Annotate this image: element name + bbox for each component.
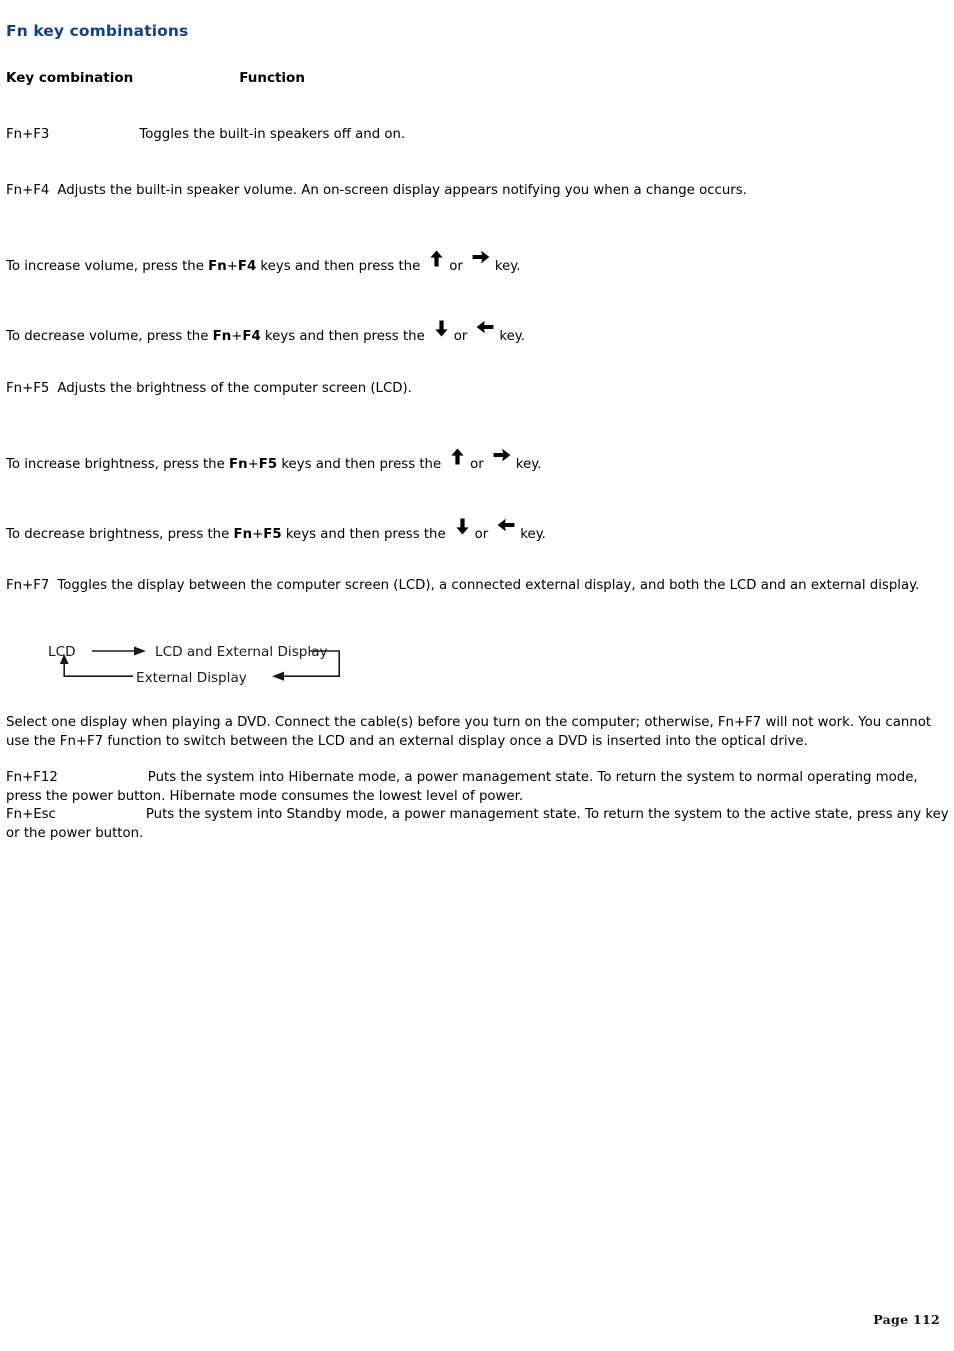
instruction-lead-text: To increase volume, press the [6,259,209,274]
key-fn-label: Fn [229,457,248,472]
key-plus-separator: + [231,329,243,344]
instruction-lead-text: To decrease volume, press the [6,329,213,344]
key-fn-label: Fn [212,329,232,344]
entry-fn-f4-key: Fn+F4 [6,183,50,198]
entry-fn-f12-description: Puts the system into Hibernate mode, a p… [6,770,918,804]
or-connector: or [474,527,489,542]
entry-fn-f7: Fn+F7 Toggles the display between the com… [6,577,950,596]
key-f4-label: F4 [242,329,261,344]
entry-fn-f3-key: Fn+F3 [6,127,50,142]
diagram-node-lcd: LCD [48,644,76,660]
key-plus-separator: + [252,527,264,542]
instruction-mid-text: keys and then press the [277,457,442,472]
instruction-lead-text: To increase brightness, press the [6,457,230,472]
entry-fn-f12-key: Fn+F12 [6,770,58,785]
dvd-playback-note-text: Select one display when playing a DVD. C… [6,715,932,749]
instruction-decrease-brightness: To decrease brightness, press the Fn+F5 … [6,518,546,545]
or-connector: or [470,457,484,472]
column-header-key-combination: Key combination [6,70,134,86]
diagram-node-external-display: External Display [136,670,247,686]
right-arrow-icon [472,250,490,267]
down-arrow-icon [455,518,470,535]
page-number-footer: Page 112 [873,1312,940,1327]
entry-fn-f12: Fn+F12 Puts the system into Hibernate mod… [6,769,950,806]
display-cycle-diagram: LCD LCD and External Display External Di… [38,636,378,692]
instruction-increase-brightness: To increase brightness, press the Fn+F5 … [6,448,542,475]
entry-fn-f3: Fn+F3 Toggles the built-in speakers off a… [6,126,405,145]
key-plus-separator: + [226,259,238,274]
instruction-lead-text: To decrease brightness, press the [6,527,234,542]
entry-fn-f4-description: Adjusts the built-in speaker volume. An … [57,183,747,198]
entry-fn-esc-description: Puts the system into Standby mode, a pow… [6,807,949,841]
entry-fn-f4: Fn+F4 Adjusts the built-in speaker volume… [6,182,747,201]
instruction-increase-volume: To increase volume, press the Fn+F4 keys… [6,250,521,277]
entry-fn-esc: Fn+Esc Puts the system into Standby mode,… [6,806,950,843]
dvd-playback-note: Select one display when playing a DVD. C… [6,714,950,751]
entry-fn-f3-description: Toggles the built-in speakers off and on… [139,127,406,142]
entry-fn-esc-key: Fn+Esc [6,807,56,822]
instruction-tail-text: key. [499,329,525,344]
or-connector: or [453,329,468,344]
instruction-decrease-volume: To decrease volume, press the Fn+F4 keys… [6,320,525,347]
instruction-tail-text: key. [515,457,542,472]
up-arrow-icon [450,448,465,465]
up-arrow-icon [429,250,444,267]
key-fn-label: Fn [233,527,253,542]
key-f5-label: F5 [263,527,282,542]
instruction-tail-text: key. [494,259,521,274]
entry-fn-f5-key: Fn+F5 [6,381,50,396]
instruction-mid-text: keys and then press the [256,259,421,274]
left-arrow-icon [476,320,494,337]
entry-fn-f5: Fn+F5 Adjusts the brightness of the compu… [6,380,412,399]
page-title: Fn key combinations [6,22,189,40]
entry-fn-f7-description: Toggles the display between the computer… [57,578,920,593]
key-f4-label: F4 [237,259,257,274]
left-arrow-icon [497,518,515,535]
key-f5-label: F5 [258,457,278,472]
or-connector: or [449,259,463,274]
down-arrow-icon [434,320,449,337]
key-plus-separator: + [247,457,259,472]
column-header-function: Function [239,70,305,86]
entry-fn-f7-key: Fn+F7 [6,578,50,593]
instruction-mid-text: keys and then press the [281,527,446,542]
diagram-node-lcd-and-external-display: LCD and External Display [155,644,328,660]
instruction-mid-text: keys and then press the [260,329,425,344]
entry-fn-f5-description: Adjusts the brightness of the computer s… [57,381,412,396]
table-column-headers: Key combination Function [6,70,305,86]
right-arrow-icon [493,448,511,465]
instruction-tail-text: key. [520,527,546,542]
document-page: Fn key combinations Key combination Funct… [0,0,954,1351]
key-fn-label: Fn [208,259,227,274]
